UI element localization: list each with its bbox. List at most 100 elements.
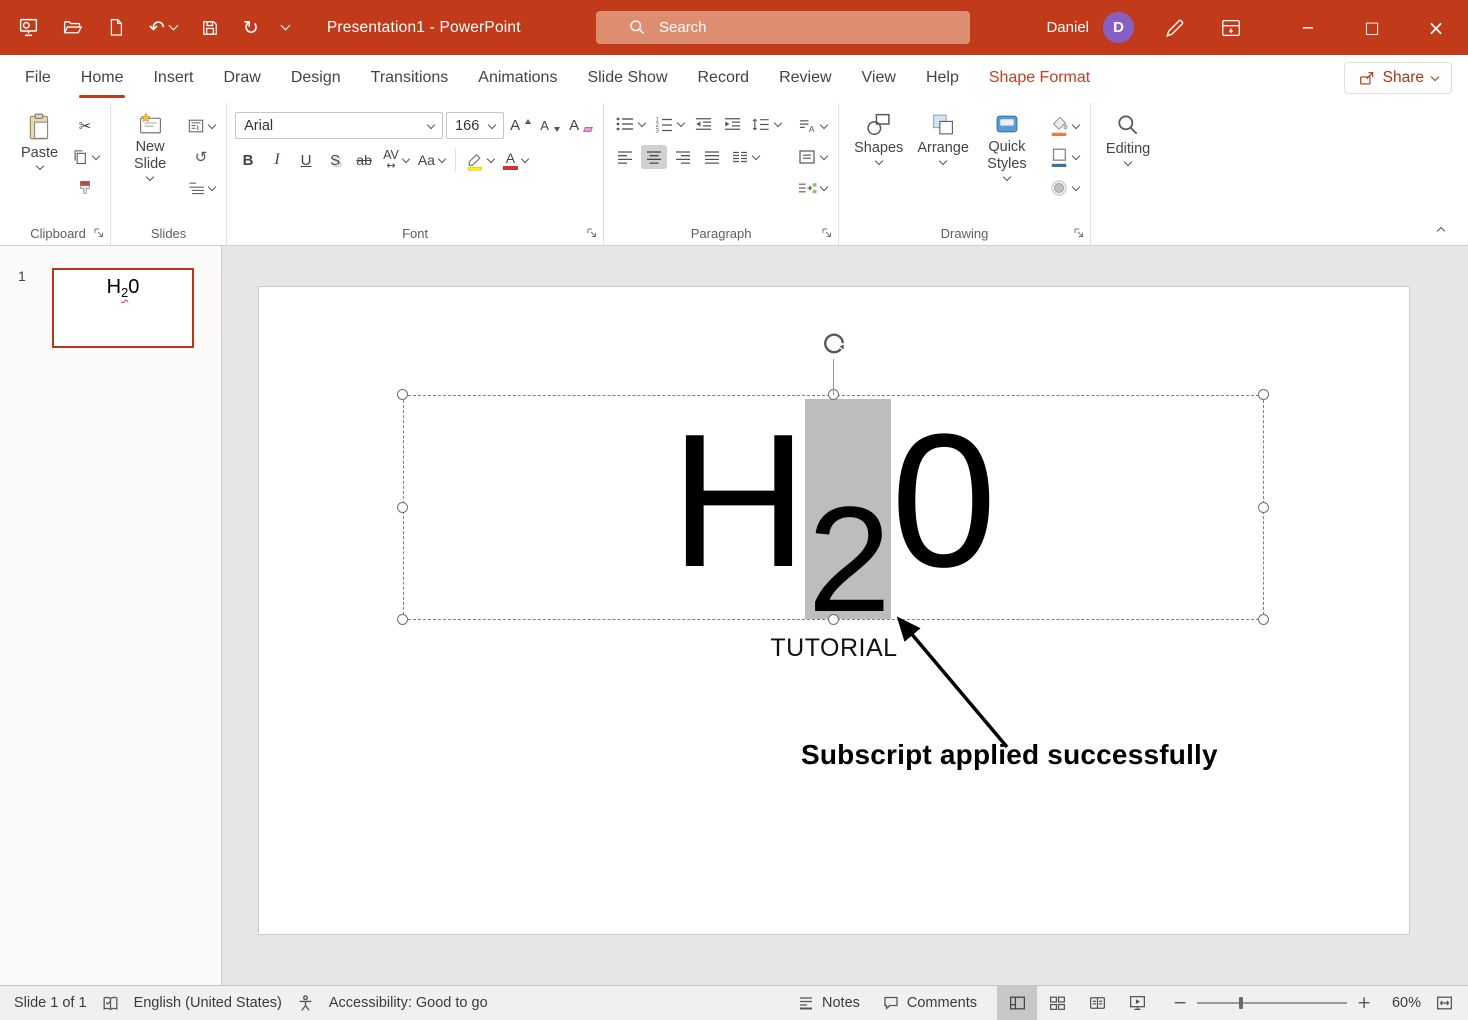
align-left-button[interactable] [612,145,638,169]
tab-record[interactable]: Record [683,55,765,101]
reading-view-button[interactable] [1077,986,1117,1020]
tutorial-text[interactable]: TUTORIAL [709,634,959,663]
slide-canvas[interactable]: H20 TUTORIAL Subscript applied successfu… [222,246,1468,985]
bold-button[interactable]: B [235,148,261,172]
comments-button[interactable]: Comments [882,994,977,1012]
selection-handle-bottom-center[interactable] [828,614,839,625]
tab-transitions[interactable]: Transitions [356,55,464,101]
normal-view-button[interactable] [997,986,1037,1020]
editing-button[interactable]: Editing [1099,107,1157,170]
arrange-button[interactable]: Arrange [910,107,976,169]
slide-layout-button[interactable] [184,114,218,138]
bullets-button[interactable] [612,112,648,136]
tab-draw[interactable]: Draw [208,55,275,101]
cut-button[interactable]: ✂ [68,114,102,138]
tab-home[interactable]: Home [66,55,139,101]
text-direction-button[interactable]: A [794,114,830,138]
textbox-selection-border[interactable] [403,395,1264,620]
slide-show-button[interactable] [1117,986,1157,1020]
decrease-font-size-button[interactable]: A [537,114,563,138]
align-text-button[interactable] [794,145,830,169]
line-spacing-button[interactable] [748,112,784,136]
justify-button[interactable] [699,145,725,169]
user-name[interactable]: Daniel [1046,19,1089,36]
selection-handle-bottom-right[interactable] [1258,614,1269,625]
columns-button[interactable] [728,145,762,169]
shape-effects-button[interactable] [1046,176,1082,200]
share-button[interactable]: Share [1344,62,1452,94]
zoom-slider-thumb[interactable] [1239,997,1243,1009]
section-button[interactable] [184,176,218,200]
notes-button[interactable]: Notes [797,994,860,1012]
zoom-slider[interactable] [1197,1002,1347,1004]
tab-shape-format[interactable]: Shape Format [974,55,1105,101]
underline-button[interactable]: U [293,148,319,172]
spell-check-icon[interactable] [101,994,120,1013]
open-file-icon[interactable] [62,17,83,38]
paste-button[interactable]: Paste [14,107,65,174]
zoom-percentage[interactable]: 60% [1377,995,1421,1011]
character-spacing-button[interactable]: AV↔ [380,148,412,172]
shape-fill-button[interactable] [1046,114,1082,138]
slide-sorter-view-button[interactable] [1037,986,1077,1020]
ribbon-display-options-icon[interactable] [1220,17,1242,39]
slide-thumbnail-1[interactable]: H20 [52,268,194,348]
tab-design[interactable]: Design [276,55,356,101]
avatar[interactable]: D [1103,12,1134,43]
strikethrough-button[interactable]: ab [351,148,377,172]
search-bar[interactable]: Search [596,11,970,44]
shapes-button[interactable]: Shapes [847,107,910,169]
new-slide-button[interactable]: New Slide [119,107,181,185]
format-painter-button[interactable] [68,176,102,200]
annotation-text[interactable]: Subscript applied successfully [801,739,1218,771]
selection-handle-middle-left[interactable] [397,502,408,513]
selection-handle-top-left[interactable] [397,389,408,400]
undo-button[interactable]: ↶ [149,18,177,38]
clear-formatting-button[interactable]: A [566,114,595,138]
tab-view[interactable]: View [847,55,911,101]
close-button[interactable]: × [1404,0,1468,55]
font-color-button[interactable]: A [500,148,531,172]
numbering-button[interactable]: 123 [651,112,687,136]
change-case-button[interactable]: Aa [415,148,448,172]
selection-handle-middle-right[interactable] [1258,502,1269,513]
shape-outline-button[interactable] [1046,145,1082,169]
language-indicator[interactable]: English (United States) [134,995,282,1011]
drawing-dialog-launcher[interactable] [1073,227,1085,239]
font-name-select[interactable]: Arial [235,112,443,139]
fit-slide-to-window-icon[interactable] [1435,994,1454,1012]
tab-animations[interactable]: Animations [463,55,572,101]
customize-quick-access-chevron[interactable] [280,21,290,31]
redo-icon[interactable]: ↻ [243,18,259,38]
zoom-in-button[interactable]: + [1357,993,1371,1013]
selection-handle-top-right[interactable] [1258,389,1269,400]
undo-menu-chevron[interactable] [168,21,178,31]
new-file-icon[interactable] [106,17,126,38]
increase-font-size-button[interactable]: A [507,114,534,138]
align-right-button[interactable] [670,145,696,169]
clipboard-dialog-launcher[interactable] [93,227,105,239]
accessibility-status[interactable]: Accessibility: Good to go [329,995,488,1011]
reset-slide-button[interactable]: ↺ [184,145,218,169]
tab-review[interactable]: Review [764,55,846,101]
font-dialog-launcher[interactable] [586,227,598,239]
minimize-button[interactable]: − [1276,0,1340,55]
convert-to-smartart-button[interactable] [794,176,830,200]
quick-styles-button[interactable]: Quick Styles [976,107,1038,185]
text-highlight-color-button[interactable] [463,148,497,172]
tab-slide-show[interactable]: Slide Show [572,55,682,101]
collapse-ribbon-button[interactable] [1428,219,1454,239]
save-icon[interactable] [200,18,220,38]
selection-handle-bottom-left[interactable] [397,614,408,625]
font-size-select[interactable]: 166 [446,112,504,139]
zoom-out-button[interactable]: − [1173,993,1187,1013]
decrease-indent-button[interactable] [690,112,716,136]
slide-indicator[interactable]: Slide 1 of 1 [14,995,87,1011]
increase-indent-button[interactable] [719,112,745,136]
tab-help[interactable]: Help [911,55,974,101]
maximize-button[interactable]: □ [1340,0,1404,55]
tab-insert[interactable]: Insert [138,55,208,101]
text-shadow-button[interactable]: S [322,148,348,172]
slide-editing-surface[interactable]: H20 TUTORIAL Subscript applied successfu… [258,286,1410,935]
inking-pen-icon[interactable] [1164,17,1186,39]
